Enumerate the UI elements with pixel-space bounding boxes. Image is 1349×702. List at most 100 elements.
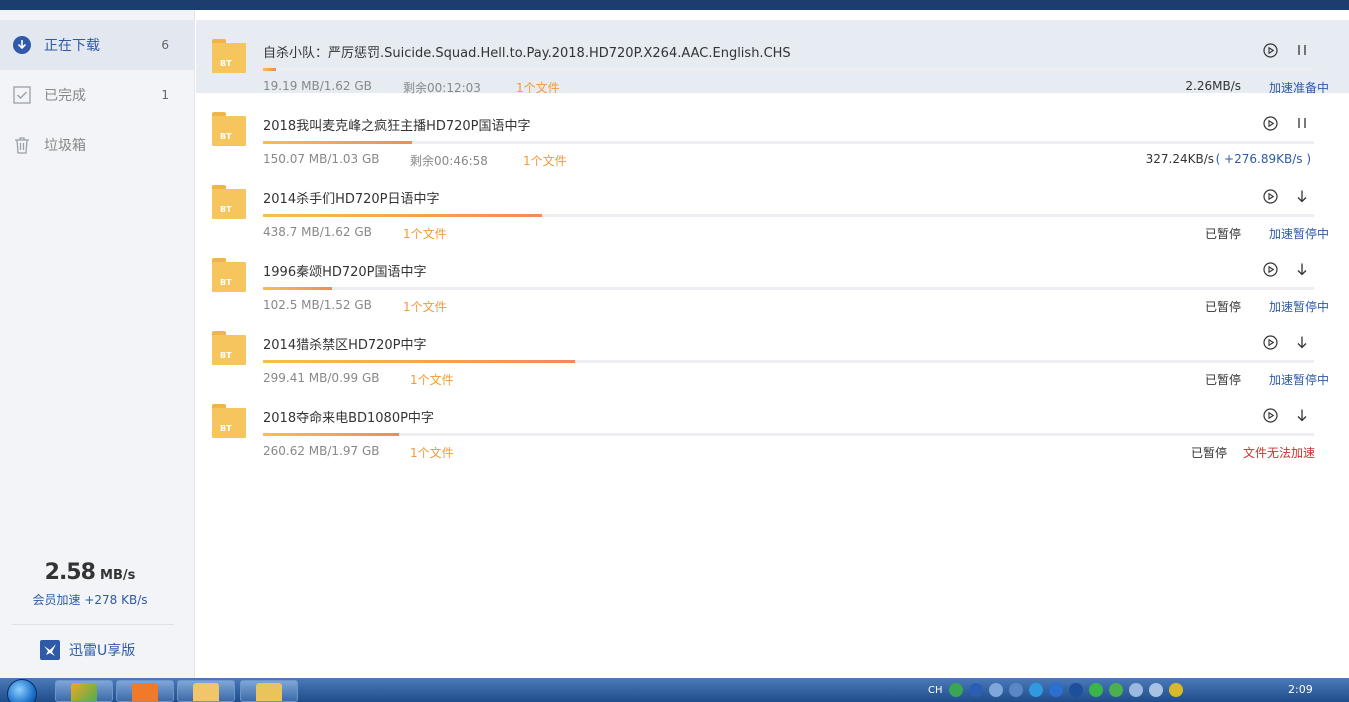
play-button[interactable] [1262,115,1278,131]
pause-button[interactable] [1294,42,1310,58]
thunder-tray-icon[interactable] [1068,683,1083,697]
pause-button[interactable] [1294,115,1310,131]
play-button[interactable] [1262,261,1278,277]
help-icon[interactable] [968,683,983,697]
resume-download-button[interactable] [1294,261,1310,277]
progress-fill [263,287,333,290]
media-player-icon [132,683,158,701]
system-tray: CH [928,678,1183,702]
vip-boost-label: 会员加速 +278 KB/s [32,593,148,607]
battery-icon[interactable] [1128,683,1143,697]
accel-status[interactable]: ( +276.89KB/s ) [1216,152,1311,166]
download-row[interactable]: BT 1996秦颂HD720P国语中字 102.5 MB/1.52 GB 1个文… [196,239,1349,314]
play-button[interactable] [1262,188,1278,204]
progress-bar [263,141,1314,144]
network-icon[interactable] [988,683,1003,697]
progress-fill [263,214,542,217]
download-size: 299.41 MB/0.99 GB [263,371,380,385]
download-row[interactable]: BT 2014杀手们HD720P日语中字 438.7 MB/1.62 GB 1个… [196,166,1349,241]
security-icon[interactable] [1028,683,1043,697]
shield-icon[interactable] [1088,683,1103,697]
arrow-down-icon [1297,336,1307,349]
volume-icon[interactable] [1008,683,1023,697]
browser-icon [71,683,97,701]
progress-bar [263,214,1314,217]
sidebar-divider [12,624,174,625]
play-circle-icon [1262,407,1278,423]
bt-folder-icon: BT [212,258,246,292]
speaker-icon[interactable] [1148,683,1163,697]
brand-link[interactable]: 迅雷U享版 [40,640,135,660]
sidebar-item-count: 1 [161,88,169,102]
pause-icon [1298,118,1306,128]
download-row[interactable]: BT 2018我叫麦克峰之疯狂主播HD720P国语中字 150.07 MB/1.… [196,93,1349,168]
download-circle-icon [12,35,32,55]
download-size: 102.5 MB/1.52 GB [263,298,372,312]
bt-folder-icon: BT [212,404,246,438]
download-name: 自杀小队：严厉惩罚.Suicide.Squad.Hell.to.Pay.2018… [263,46,791,61]
360-icon[interactable] [1168,683,1183,697]
download-rate: 327.24KB/s [1145,152,1214,166]
progress-fill [263,68,276,71]
play-circle-icon [1262,334,1278,350]
pause-icon [1298,45,1306,55]
folder-icon [193,683,219,701]
bt-folder-icon: BT [212,185,246,219]
resume-download-button[interactable] [1294,407,1310,423]
download-size: 438.7 MB/1.62 GB [263,225,372,239]
download-row[interactable]: BT 2014猎杀禁区HD720P中字 299.41 MB/0.99 GB 1个… [196,312,1349,387]
arrow-down-icon [1297,263,1307,276]
antivirus-icon[interactable] [1108,683,1123,697]
sidebar-item-completed[interactable]: 已完成 1 [0,70,195,120]
total-speed: 2.58 MB/s 会员加速 +278 KB/s [0,560,180,608]
taskbar-app-explorer[interactable] [177,680,235,702]
download-row[interactable]: BT 2018夺命来电BD1080P中字 260.62 MB/1.97 GB 1… [196,385,1349,461]
sogou-input-icon[interactable] [948,683,963,697]
file-count[interactable]: 1个文件 [410,444,454,461]
bt-folder-icon: BT [212,112,246,146]
sidebar-item-label: 已完成 [44,88,86,104]
language-indicator[interactable]: CH [928,685,943,696]
taskbar-app-media[interactable] [116,680,174,702]
play-circle-icon [1262,42,1278,58]
clock[interactable]: 2:09 [1288,683,1313,696]
play-button[interactable] [1262,407,1278,423]
sidebar-item-label: 正在下载 [44,38,100,54]
bluetooth-icon[interactable] [1048,683,1063,697]
download-name: 1996秦颂HD720P国语中字 [263,265,427,280]
arrow-down-icon [1297,190,1307,203]
download-name: 2018夺命来电BD1080P中字 [263,411,434,426]
check-box-icon [12,85,32,105]
resume-download-button[interactable] [1294,188,1310,204]
title-bar [0,0,1349,10]
progress-bar [263,287,1314,290]
download-size: 260.62 MB/1.97 GB [263,444,380,458]
play-button[interactable] [1262,42,1278,58]
thunder-icon [256,683,282,701]
start-button[interactable] [0,678,44,702]
speed-value: 2.58 [44,560,96,585]
play-circle-icon [1262,188,1278,204]
download-name: 2014杀手们HD720P日语中字 [263,192,440,207]
taskbar-app-browser[interactable] [55,680,113,702]
download-size: 150.07 MB/1.03 GB [263,152,380,166]
resume-download-button[interactable] [1294,334,1310,350]
sidebar-item-downloading[interactable]: 正在下载 6 [0,20,195,70]
accel-status[interactable]: 文件无法加速 [1243,444,1315,461]
windows-orb-icon [7,679,37,702]
play-button[interactable] [1262,334,1278,350]
speed-unit: MB/s [100,568,136,583]
taskbar-app-thunder[interactable] [240,680,298,702]
thunder-bird-icon [40,640,60,660]
trash-icon [12,135,32,155]
sidebar: 正在下载 6 已完成 1 垃圾箱 2.58 MB/s 会员加速 +278 KB/… [0,10,195,678]
brand-label: 迅雷U享版 [69,643,136,659]
download-list: BT 自杀小队：严厉惩罚.Suicide.Squad.Hell.to.Pay.2… [196,10,1349,678]
play-circle-icon [1262,115,1278,131]
download-row[interactable]: BT 自杀小队：严厉惩罚.Suicide.Squad.Hell.to.Pay.2… [196,20,1349,95]
progress-bar [263,433,1314,436]
progress-bar [263,360,1314,363]
download-name: 2018我叫麦克峰之疯狂主播HD720P国语中字 [263,119,531,134]
progress-fill [263,433,399,436]
sidebar-item-trash[interactable]: 垃圾箱 [0,120,195,170]
